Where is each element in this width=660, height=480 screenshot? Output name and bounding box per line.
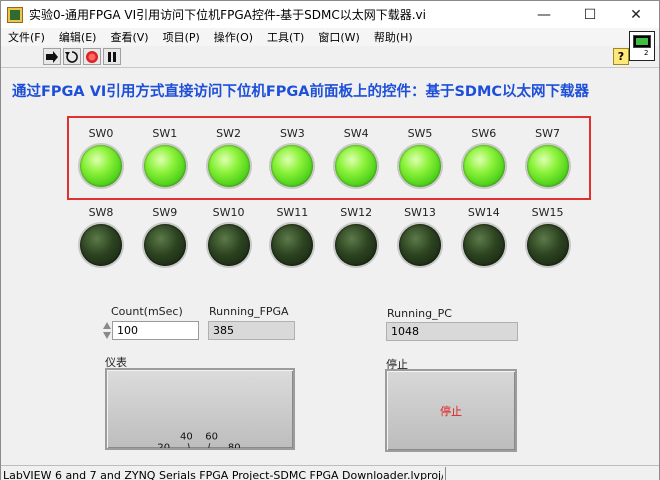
- led-sw6[interactable]: [462, 145, 505, 187]
- led-sw11[interactable]: [271, 224, 314, 266]
- led-sw0[interactable]: [80, 145, 122, 187]
- led-label-sw13: SW13: [404, 206, 436, 219]
- gauge-tick-label: 20: [157, 442, 170, 448]
- menu-edit[interactable]: 编辑(E): [52, 29, 104, 45]
- led-sw15[interactable]: [526, 224, 569, 266]
- led-sw14[interactable]: [462, 224, 505, 266]
- led-sw5[interactable]: [399, 145, 441, 187]
- gauge-tick-label: 40: [180, 431, 193, 442]
- labview-front-panel-window: 实验0-通用FPGA VI引用访问下位机FPGA控件-基于SDMC以太网下载器.…: [0, 0, 660, 480]
- gauge-tick: [187, 443, 190, 448]
- window-controls: — ☐ ✕: [521, 1, 659, 28]
- vi-icon-number: 2: [644, 49, 649, 57]
- led-sw10[interactable]: [207, 224, 250, 266]
- context-help-button[interactable]: ?: [613, 48, 629, 65]
- labview-vi-icon: [7, 6, 23, 23]
- panel-headline: 通过FPGA VI引用方式直接访问下位机FPGA前面板上的控件：基于SDMC以太…: [12, 84, 590, 100]
- run-continuously-icon: [65, 50, 78, 63]
- pause-button[interactable]: [103, 48, 121, 65]
- pause-icon: [108, 51, 116, 62]
- increment-arrow-icon[interactable]: [103, 322, 111, 329]
- menu-project[interactable]: 项目(P): [156, 29, 207, 45]
- front-panel: 通过FPGA VI引用方式直接访问下位机FPGA前面板上的控件：基于SDMC以太…: [2, 68, 658, 465]
- gauge-tick: [208, 443, 211, 448]
- maximize-button[interactable]: ☐: [567, 1, 613, 28]
- led-label-sw10: SW10: [212, 206, 245, 219]
- window-title: 实验0-通用FPGA VI引用访问下位机FPGA控件-基于SDMC以太网下载器.…: [29, 8, 426, 22]
- count-label: Count(mSec): [111, 305, 183, 318]
- toolbar: ?: [1, 46, 659, 68]
- stop-button[interactable]: 停止: [385, 369, 517, 452]
- gauge-tick-label: 80: [228, 442, 241, 448]
- project-path: LabVIEW 6 and 7 and ZYNQ Serials FPGA Pr…: [3, 469, 443, 480]
- menu-window[interactable]: 窗口(W): [311, 29, 366, 45]
- led-label-sw7: SW7: [535, 127, 561, 140]
- stop-button-text: 停止: [440, 404, 462, 418]
- menu-view[interactable]: 查看(V): [103, 29, 155, 45]
- led-label-sw4: SW4: [343, 127, 369, 140]
- led-label-sw15: SW15: [531, 206, 564, 219]
- led-sw7[interactable]: [526, 145, 569, 187]
- close-button[interactable]: ✕: [613, 1, 659, 28]
- gauge-dial: 020406080100: [157, 431, 241, 448]
- led-sw13[interactable]: [399, 224, 441, 266]
- menu-help[interactable]: 帮助(H): [367, 29, 420, 45]
- vi-connector-icon[interactable]: 2: [629, 31, 655, 61]
- led-sw4[interactable]: [335, 145, 378, 187]
- led-sw8[interactable]: [80, 224, 122, 266]
- led-label-sw6: SW6: [471, 127, 497, 140]
- run-arrow-icon: [46, 50, 58, 63]
- led-sw1[interactable]: [143, 145, 186, 187]
- led-label-sw5: SW5: [407, 127, 433, 140]
- running-pc-label: Running_PC: [387, 307, 452, 320]
- led-label-sw12: SW12: [340, 206, 373, 219]
- decrement-arrow-icon[interactable]: [103, 332, 111, 339]
- abort-button[interactable]: [83, 48, 101, 65]
- menu-bar: 文件(F) 编辑(E) 查看(V) 项目(P) 操作(O) 工具(T) 窗口(W…: [1, 28, 659, 46]
- led-label-sw0: SW0: [88, 127, 114, 140]
- title-bar: 实验0-通用FPGA VI引用访问下位机FPGA控件-基于SDMC以太网下载器.…: [1, 1, 659, 28]
- led-label-sw1: SW1: [152, 127, 178, 140]
- running-pc-indicator: 1048: [386, 322, 518, 341]
- led-sw12[interactable]: [335, 224, 378, 266]
- run-button[interactable]: [43, 48, 61, 65]
- led-sw2[interactable]: [207, 145, 250, 187]
- status-separator: [445, 467, 446, 480]
- led-label-sw3: SW3: [279, 127, 305, 140]
- led-label-sw8: SW8: [88, 206, 114, 219]
- minimize-button[interactable]: —: [521, 1, 567, 28]
- monitor-icon: [633, 35, 651, 48]
- menu-operate[interactable]: 操作(O): [207, 29, 260, 45]
- menu-file[interactable]: 文件(F): [1, 29, 52, 45]
- count-spinner[interactable]: [103, 321, 111, 340]
- led-label-sw2: SW2: [216, 127, 242, 140]
- led-label-sw11: SW11: [276, 206, 309, 219]
- running-fpga-label: Running_FPGA: [209, 305, 289, 318]
- led-label-sw9: SW9: [152, 206, 178, 219]
- gauge[interactable]: 020406080100: [105, 368, 295, 450]
- menu-tools[interactable]: 工具(T): [260, 29, 311, 45]
- gauge-tick-label: 60: [205, 431, 218, 442]
- running-fpga-indicator: 385: [208, 321, 295, 340]
- run-continuously-button[interactable]: [63, 48, 81, 65]
- status-bar: LabVIEW 6 and 7 and ZYNQ Serials FPGA Pr…: [1, 465, 659, 480]
- abort-icon: [86, 50, 98, 63]
- count-input[interactable]: [112, 321, 199, 340]
- led-label-sw14: SW14: [467, 206, 500, 219]
- led-sw9[interactable]: [143, 224, 186, 266]
